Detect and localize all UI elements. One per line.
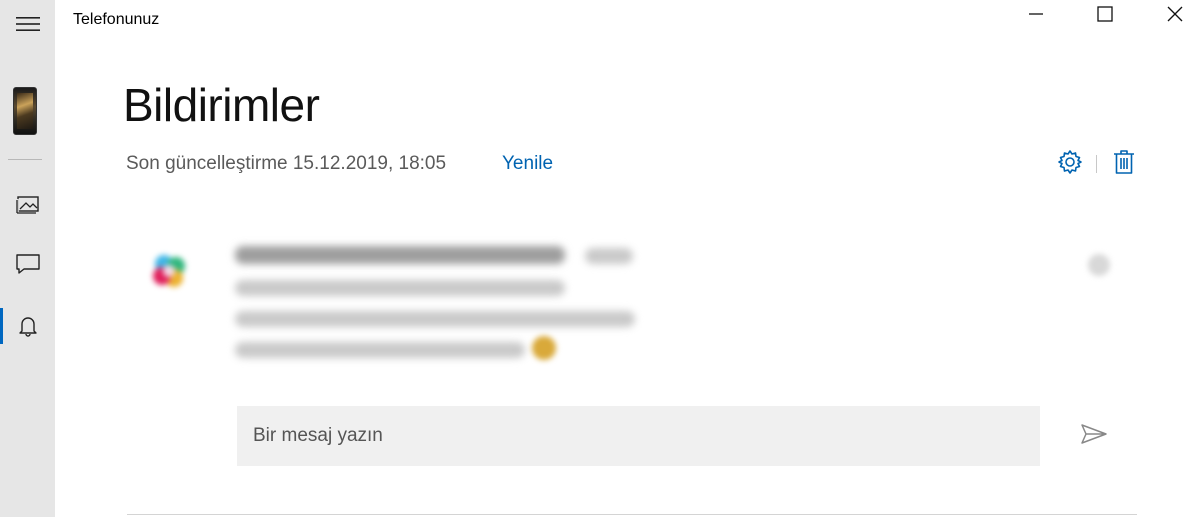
notification-time-blurred xyxy=(585,248,633,264)
hamburger-menu-icon xyxy=(15,15,40,33)
notification-item[interactable] xyxy=(130,222,1140,372)
notification-text-blurred xyxy=(235,311,635,327)
notification-text-blurred xyxy=(235,280,565,296)
divider xyxy=(127,514,1137,515)
minimize-icon xyxy=(1028,6,1044,27)
sidebar-item-photos[interactable] xyxy=(0,180,55,228)
hamburger-menu-button[interactable] xyxy=(0,0,55,48)
chat-icon xyxy=(15,252,41,276)
reply-message-input[interactable] xyxy=(237,406,1040,466)
notification-text-blurred xyxy=(235,342,525,358)
window-title: Telefonunuz xyxy=(73,11,160,28)
last-updated-text: Son güncelleştirme 15.12.2019, 18:05 xyxy=(126,153,447,174)
sidebar-item-messages[interactable] xyxy=(0,240,55,288)
close-button[interactable] xyxy=(1152,0,1198,32)
send-button[interactable] xyxy=(1076,420,1112,452)
gear-icon xyxy=(1057,149,1083,180)
settings-button[interactable] xyxy=(1056,149,1084,180)
trash-icon xyxy=(1112,149,1136,180)
sidebar xyxy=(0,0,55,517)
dismiss-notification-button[interactable] xyxy=(1088,254,1110,276)
app-icon xyxy=(144,246,194,296)
sidebar-divider xyxy=(8,159,42,160)
maximize-icon xyxy=(1097,5,1113,27)
notification-title-blurred xyxy=(235,246,565,264)
toolbar-divider xyxy=(1096,155,1097,173)
emoji-blurred xyxy=(532,336,556,360)
close-icon xyxy=(1167,6,1183,27)
sidebar-item-notifications[interactable] xyxy=(0,302,55,350)
photos-icon xyxy=(15,193,40,215)
maximize-button[interactable] xyxy=(1082,0,1128,32)
refresh-link[interactable]: Yenile xyxy=(502,153,553,175)
bell-icon xyxy=(17,314,39,338)
minimize-button[interactable] xyxy=(1013,0,1059,32)
send-icon xyxy=(1079,422,1109,451)
clear-all-button[interactable] xyxy=(1110,149,1138,180)
page-title: Bildirimler xyxy=(123,79,320,131)
phone-thumbnail[interactable] xyxy=(13,87,37,135)
